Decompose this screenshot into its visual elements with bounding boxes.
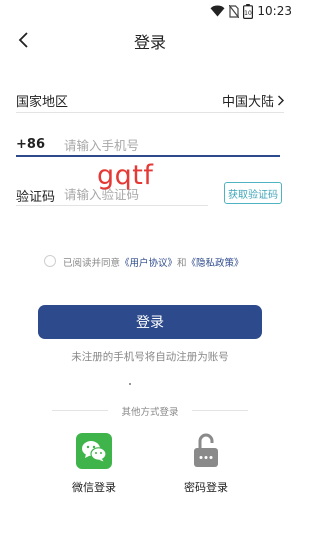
agreement-prefix: 已阅读并同意: [63, 258, 121, 269]
country-code: +86: [16, 137, 45, 152]
agreement-and: 和: [177, 258, 187, 269]
code-divider: [16, 205, 208, 206]
password-login-label: 密码登录: [184, 481, 228, 494]
watermark-text: gqtf: [97, 160, 154, 191]
phone-input[interactable]: [64, 136, 274, 154]
lock-icon: [194, 433, 218, 467]
wifi-icon: [210, 5, 225, 17]
dot-decoration: [129, 383, 131, 385]
other-login-title: 其他方式登录: [121, 407, 179, 418]
other-login-divider-right: [192, 410, 248, 411]
status-bar: 10 10:23: [0, 0, 300, 22]
region-divider: [16, 112, 284, 113]
agreement-checkbox[interactable]: [44, 255, 56, 267]
login-button[interactable]: 登录: [38, 305, 262, 339]
privacy-policy-link[interactable]: 《隐私政策》: [187, 258, 244, 269]
status-icons: 10 10:23: [210, 3, 292, 19]
wechat-login-label: 微信登录: [72, 481, 116, 494]
password-login-button[interactable]: [188, 431, 224, 469]
agreement-text: 已阅读并同意《用户协议》和《隐私政策》: [63, 255, 244, 269]
region-label: 国家地区: [16, 95, 69, 110]
no-sim-icon: [229, 4, 240, 18]
wechat-icon: [82, 441, 107, 462]
get-code-button[interactable]: 获取验证码: [224, 182, 282, 204]
auto-register-hint: 未注册的手机号将自动注册为账号: [71, 351, 229, 363]
wechat-login-button[interactable]: [76, 433, 112, 469]
status-time: 10:23: [257, 4, 292, 18]
battery-level: 10: [245, 10, 253, 17]
verification-code-label: 验证码: [16, 190, 56, 205]
region-selector[interactable]: 中国大陆: [222, 91, 284, 110]
phone-underline: [16, 155, 280, 157]
chevron-right-icon: [278, 95, 284, 106]
battery-icon: 10: [243, 3, 254, 19]
page-title: 登录: [133, 33, 166, 52]
region-value: 中国大陆: [221, 95, 274, 110]
user-agreement-link[interactable]: 《用户协议》: [120, 258, 177, 269]
